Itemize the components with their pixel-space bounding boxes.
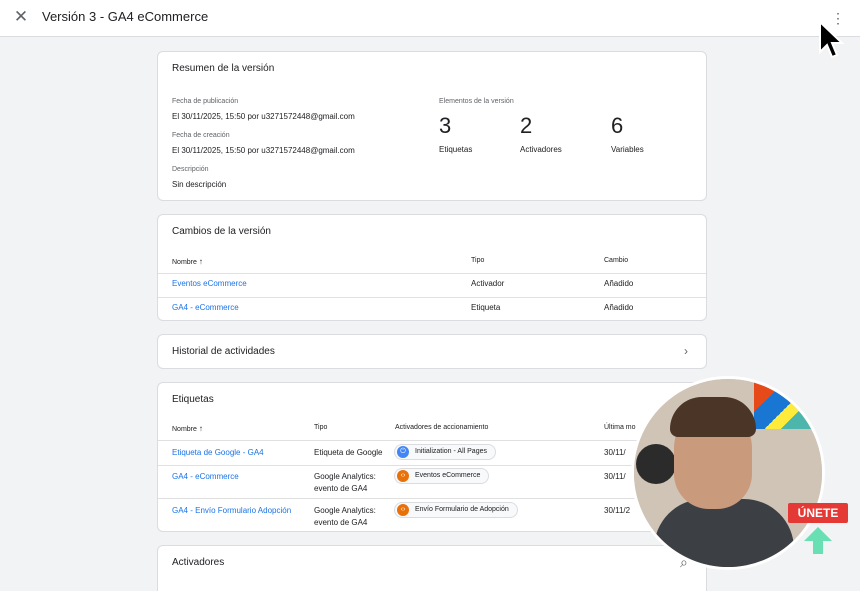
column-header-name-label: Nombre [172,259,197,266]
tag-row-type-line2: evento de GA4 [314,518,368,527]
tag-row-modified: 30/11/ [604,448,626,457]
version-summary-card: Resumen de la versión Fecha de publicaci… [157,51,707,201]
column-header-type: Tipo [471,257,485,264]
trigger-chip[interactable]: ‹› Eventos eCommerce [394,468,490,484]
row-divider [158,440,706,441]
publication-date-label: Fecha de publicación [172,98,239,105]
variables-count-label: Variables [611,145,644,154]
triggers-card: Activadores ⌕ [157,545,707,591]
chevron-right-icon[interactable]: › [684,344,688,358]
page-title: Versión 3 - GA4 eCommerce [42,9,209,24]
description-label: Descripción [172,166,209,173]
column-header-name-label: Nombre [172,426,197,433]
webcam-overlay [631,376,825,570]
top-bar: ✕ Versión 3 - GA4 eCommerce ⋮ [0,0,860,37]
trigger-chip-label: Eventos eCommerce [415,472,481,479]
arrow-up-icon [804,527,832,541]
column-header-name[interactable]: Nombre ↑ [172,257,203,266]
version-elements-label: Elementos de la versión [439,98,514,105]
trigger-chip[interactable]: ‹› Envío Formulario de Adopción [394,502,518,518]
mouse-cursor-icon [819,20,845,59]
row-divider [158,273,706,274]
tag-row-type: Google Analytics: [314,472,376,481]
code-icon: ‹› [397,504,409,516]
tag-row-name-link[interactable]: GA4 - Envío Formulario Adopción [172,505,291,517]
tag-row-modified: 30/11/2 [604,506,631,515]
change-row-name-link[interactable]: GA4 - eCommerce [172,302,239,314]
column-header-change: Cambio [604,257,629,264]
creation-date-value: El 30/11/2025, 15:50 por u3271572448@gma… [172,146,355,155]
triggers-count: 2 [520,113,533,138]
presenter-body [654,499,794,567]
power-icon: ⏻ [397,446,409,458]
tag-row-type: Google Analytics: [314,506,376,515]
history-title: Historial de actividades [172,346,275,357]
column-header-name[interactable]: Nombre ↑ [172,424,203,433]
triggers-title: Activadores [172,557,225,568]
arrow-up-icon-stem [813,540,823,554]
change-row-change: Añadido [604,303,634,312]
changes-title: Cambios de la versión [172,226,271,237]
version-changes-card: Cambios de la versión Nombre ↑ Tipo Cambi… [157,214,707,321]
summary-title: Resumen de la versión [172,63,275,74]
change-row-change: Añadido [604,279,634,288]
sort-ascending-icon: ↑ [198,424,203,433]
column-header-modified: Última mo [604,424,636,431]
publication-date-value: El 30/11/2025, 15:50 por u3271572448@gma… [172,112,355,121]
tags-count: 3 [439,113,452,138]
close-icon[interactable]: ✕ [10,6,32,28]
wall-art [754,379,814,429]
column-header-triggers: Activadores de accionamiento [395,424,489,431]
row-divider [158,498,706,499]
tag-row-modified: 30/11/ [604,472,626,481]
presenter-hair [670,397,756,437]
tag-row-name-link[interactable]: GA4 - eCommerce [172,471,239,483]
activity-history-card[interactable]: Historial de actividades › [157,334,707,369]
code-icon: ‹› [397,470,409,482]
description-value: Sin descripción [172,180,227,189]
triggers-count-label: Activadores [520,145,562,154]
row-divider [158,297,706,298]
trigger-chip-label: Initialization - All Pages [415,448,487,455]
trigger-chip[interactable]: ⏻ Initialization - All Pages [394,444,496,460]
variables-count: 6 [611,113,624,138]
row-divider [158,465,706,466]
change-row-type: Activador [471,279,505,288]
creation-date-label: Fecha de creación [172,132,230,139]
globe-decoration [636,444,676,484]
tag-row-name-link[interactable]: Etiqueta de Google - GA4 [172,447,264,459]
tags-card: Etiquetas Nombre ↑ Tipo Activadores de ac… [157,382,707,532]
column-header-type: Tipo [314,424,328,431]
tags-count-label: Etiquetas [439,145,473,154]
change-row-type: Etiqueta [471,303,501,312]
trigger-chip-label: Envío Formulario de Adopción [415,506,509,513]
join-button[interactable]: ÚNETE [788,503,848,523]
tag-row-type: Etiqueta de Google [314,448,383,457]
change-row-name-link[interactable]: Eventos eCommerce [172,278,247,290]
sort-ascending-icon: ↑ [198,257,203,266]
tag-row-type-line2: evento de GA4 [314,484,368,493]
tags-title: Etiquetas [172,394,214,405]
